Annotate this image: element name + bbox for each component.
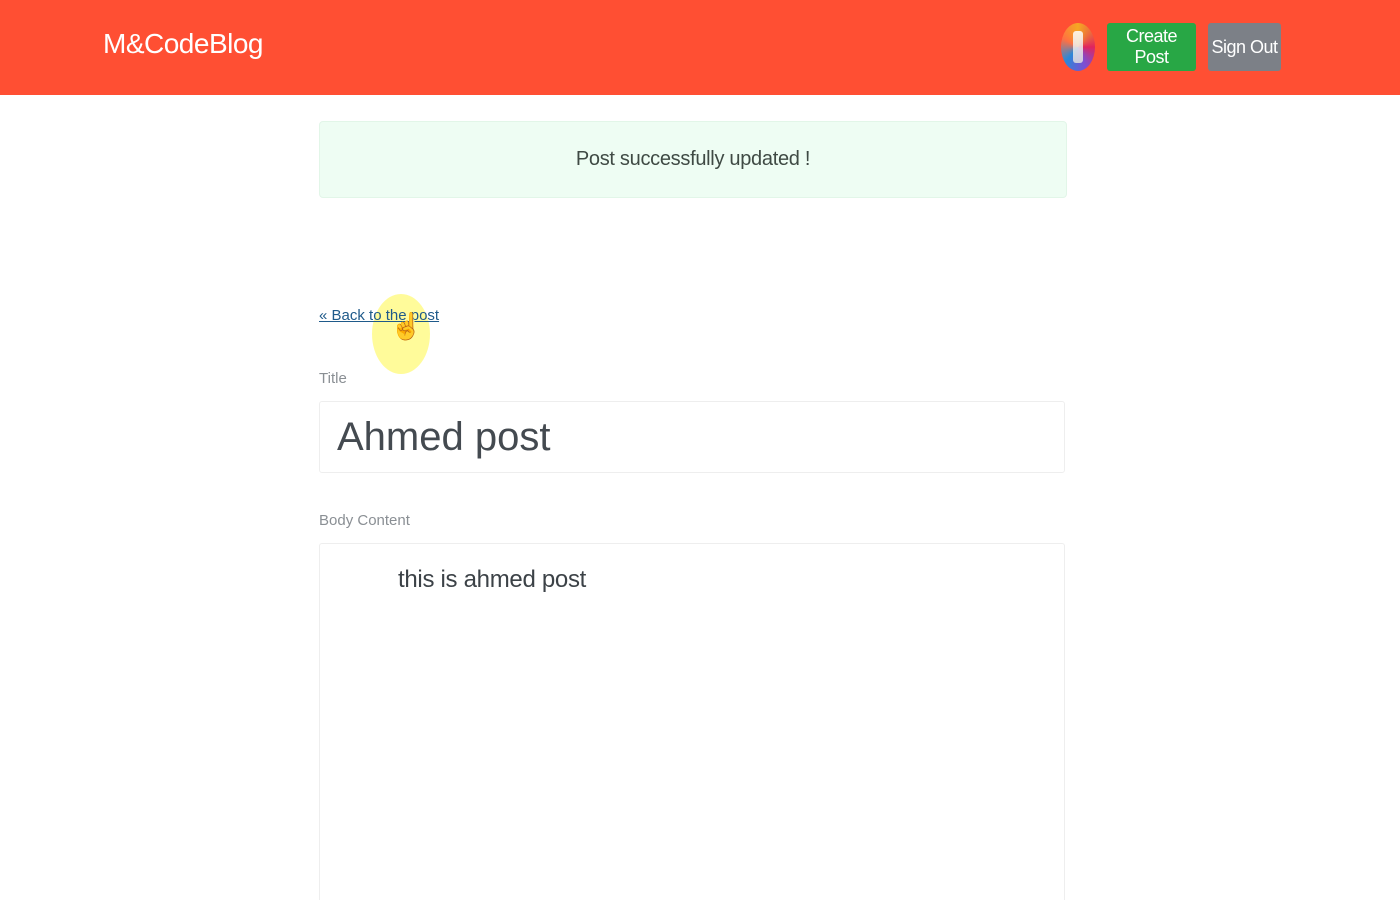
sign-out-button[interactable]: Sign Out xyxy=(1208,23,1281,71)
body-content-editor[interactable]: this is ahmed post xyxy=(319,543,1065,900)
brand-logo-link[interactable]: M&CodeBlog xyxy=(103,28,263,60)
success-alert-message: Post successfully updated ! xyxy=(575,148,811,170)
success-alert: Post successfully updated ! xyxy=(319,121,1067,198)
body-content-label: Body Content xyxy=(319,512,410,529)
back-to-post-link[interactable]: « Back to the post xyxy=(319,307,439,324)
cursor-highlight xyxy=(372,294,430,374)
top-navbar: M&CodeBlog Create Post Sign Out xyxy=(0,0,1400,95)
user-avatar[interactable] xyxy=(1061,23,1095,71)
create-post-button[interactable]: Create Post xyxy=(1107,23,1196,71)
title-input[interactable] xyxy=(319,401,1065,473)
body-content-text: this is ahmed post xyxy=(398,566,587,593)
title-label: Title xyxy=(319,370,347,387)
